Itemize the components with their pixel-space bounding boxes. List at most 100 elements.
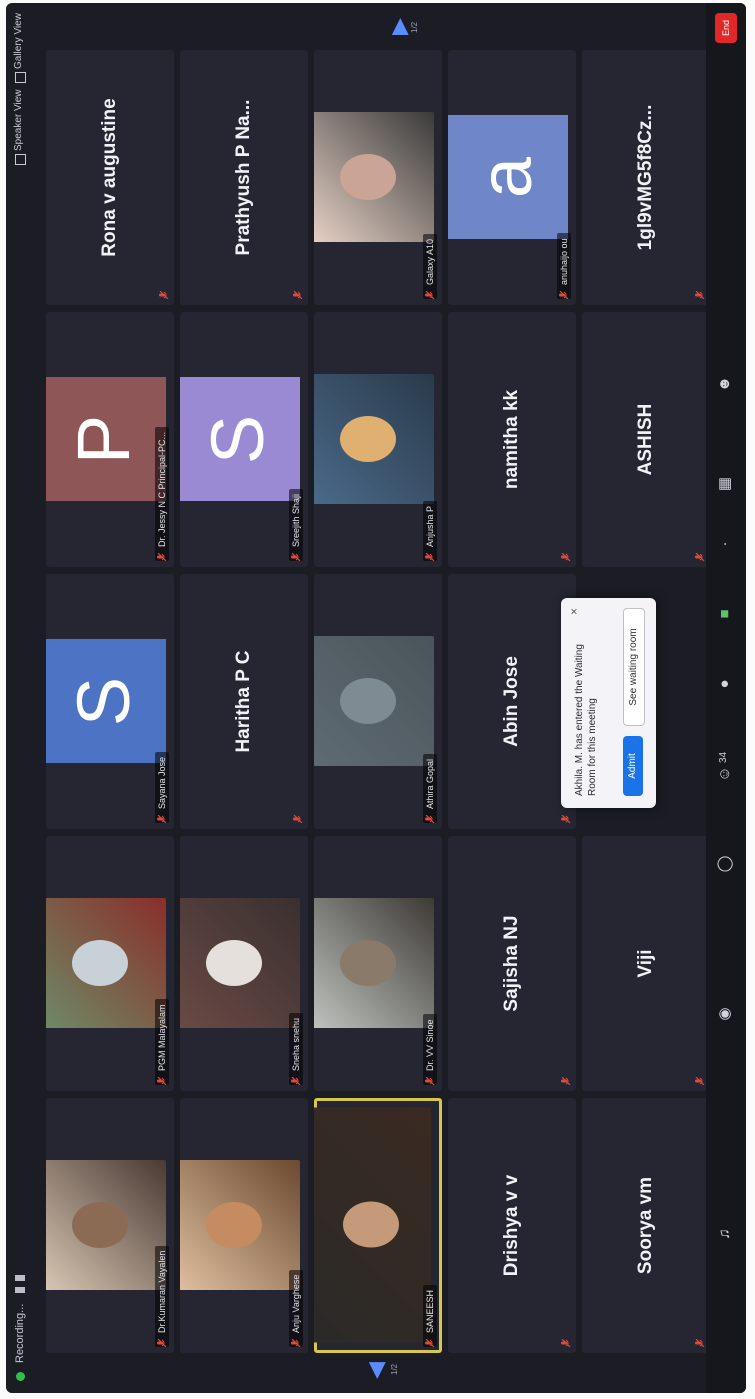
participant-name-tag: Sneha snehu <box>289 1012 303 1085</box>
participant-tile[interactable]: Anju Varghese <box>180 1098 308 1353</box>
participant-name: Prathyush P Na... <box>233 99 254 256</box>
participant-tile[interactable]: Viji <box>582 836 710 1091</box>
speaker-view-icon[interactable] <box>15 154 26 165</box>
mic-muted-icon <box>425 1077 435 1085</box>
pause-recording-icon[interactable] <box>15 1287 25 1293</box>
participant-tile[interactable]: Prathyush P Na... <box>180 50 308 305</box>
participant-tile[interactable]: Rona v augustine <box>46 50 174 305</box>
participant-avatar: P <box>46 377 166 502</box>
participant-tile[interactable]: PGM Malayalam <box>46 836 174 1091</box>
mic-muted-icon <box>695 291 705 299</box>
participant-tile[interactable]: Galaxy A10 <box>314 50 442 305</box>
participant-name-tag: Dr.Kumaran Vayalen <box>155 1245 169 1347</box>
mic-muted-icon <box>157 1077 167 1085</box>
participant-tile[interactable]: Athira Gopal <box>314 574 442 829</box>
participant-video-feed <box>314 112 434 243</box>
participant-tile[interactable]: Anjusha P <box>314 312 442 567</box>
gallery-view-icon[interactable] <box>15 72 26 83</box>
previous-page-number: 1/2 <box>390 1363 399 1375</box>
next-page-arrow-icon[interactable]: ▶ <box>386 18 412 35</box>
waiting-room-message: Akhila. M. has entered the Waiting Room … <box>574 644 598 796</box>
participant-tile[interactable]: Drishya v v <box>448 1098 576 1353</box>
previous-page-arrow-icon[interactable]: ◀ <box>363 1362 389 1379</box>
mic-muted-icon <box>559 291 569 299</box>
participant-tile[interactable]: P Dr. Jessy N C Principal-PC... <box>46 312 174 567</box>
participant-name: Sajisha NJ <box>501 915 522 1012</box>
admit-button[interactable]: Admit <box>623 736 643 796</box>
security-icon[interactable]: ◯ <box>716 855 734 873</box>
photo-background: Recording... Speaker View Gallery View ◀… <box>0 0 755 1399</box>
participant-name-tag: PGM Malayalam <box>155 999 169 1085</box>
waiting-room-notification: Akhila. M. has entered the Waiting Room … <box>561 598 656 808</box>
mic-muted-icon <box>561 815 571 823</box>
record-icon[interactable]: · <box>716 535 734 553</box>
participant-tile[interactable]: ASHISH <box>582 312 710 567</box>
participant-tile[interactable]: SANEESH <box>314 1098 442 1353</box>
participant-face <box>339 416 396 463</box>
reactions-icon[interactable]: ☻ <box>716 375 734 393</box>
gallery-view-button[interactable]: Gallery View <box>13 13 24 69</box>
see-waiting-room-button[interactable]: See waiting room <box>623 608 645 726</box>
chat-icon[interactable]: ● <box>716 675 734 693</box>
participant-video-feed <box>314 636 434 767</box>
participant-tile[interactable]: Abin Jose <box>448 574 576 829</box>
video-icon[interactable]: ◉ <box>716 1005 734 1023</box>
speaker-view-button[interactable]: Speaker View <box>13 89 24 151</box>
participant-name-tag: Anjusha P <box>423 500 437 561</box>
mic-muted-icon <box>695 1077 705 1085</box>
participant-tile[interactable]: Sneha snehu <box>180 836 308 1091</box>
participant-video-feed <box>46 1160 166 1291</box>
mic-muted-icon <box>293 815 303 823</box>
participant-tile[interactable]: namitha kk <box>448 312 576 567</box>
mic-muted-icon <box>291 1339 301 1347</box>
close-notification-icon[interactable]: × <box>567 608 581 615</box>
participant-tile[interactable]: Haritha P C <box>180 574 308 829</box>
participant-video-feed <box>180 898 300 1029</box>
participant-name-tag: Dr. Jessy N C Principal-PC... <box>155 426 169 561</box>
next-page-number: 1/2 <box>410 21 419 33</box>
mic-muted-icon <box>291 1077 301 1085</box>
mic-muted-icon <box>291 553 301 561</box>
mic-muted-icon <box>157 815 167 823</box>
participant-face <box>71 940 128 987</box>
participant-video-feed <box>314 1108 431 1343</box>
participant-name-tag: Sreejith Shaji <box>289 488 303 561</box>
participant-name: ASHISH <box>635 403 656 476</box>
recording-indicator-icon <box>16 1372 25 1381</box>
participant-tile[interactable]: 1gl9vMG5f8Cz... <box>582 50 710 305</box>
recording-label: Recording... <box>14 1303 26 1363</box>
participant-tile[interactable]: Soorya vm <box>582 1098 710 1353</box>
participant-video-feed <box>180 1160 300 1291</box>
participant-name: Viji <box>635 949 656 978</box>
participant-name: Haritha P C <box>233 650 254 753</box>
participant-tile[interactable]: Sajisha NJ <box>448 836 576 1091</box>
participants-icon[interactable]: ☺ <box>716 765 734 783</box>
zoom-meeting-window: Recording... Speaker View Gallery View ◀… <box>6 3 746 1393</box>
apps-icon[interactable]: ▦ <box>716 475 734 493</box>
participant-tile[interactable]: Dr.Kumaran Vayalen <box>46 1098 174 1353</box>
participant-face <box>342 1202 399 1248</box>
participant-name-tag: SANEESH <box>423 1284 437 1347</box>
participant-video-feed <box>314 374 434 505</box>
stop-recording-icon[interactable] <box>15 1275 25 1281</box>
participant-tile[interactable]: S Sayana Jose <box>46 574 174 829</box>
participant-tile[interactable]: S Sreejith Shaji <box>180 312 308 567</box>
participant-name: Rona v augustine <box>99 98 120 257</box>
participant-tile[interactable]: Dr. VV Sinoe <box>314 836 442 1091</box>
mic-muted-icon <box>425 815 435 823</box>
participant-face <box>205 1202 262 1249</box>
participant-name-tag: anuhaijo ou <box>557 233 571 299</box>
mic-muted-icon <box>157 1339 167 1347</box>
end-meeting-button[interactable]: End <box>715 13 737 43</box>
participant-avatar: S <box>46 639 166 764</box>
share-screen-icon[interactable]: ■ <box>716 605 734 623</box>
mic-muted-icon <box>425 1339 435 1347</box>
participant-avatar: S <box>180 377 300 502</box>
participant-tile[interactable]: a anuhaijo ou <box>448 50 576 305</box>
top-bar: Recording... Speaker View Gallery View <box>6 3 40 1393</box>
participant-name: Drishya v v <box>501 1174 522 1277</box>
audio-icon[interactable]: ♫ <box>716 1225 734 1243</box>
meeting-toolbar: ♫ ◉ ◯ ☺ 34 ● ■ · ▦ ☻ End <box>706 3 746 1393</box>
participant-face <box>339 678 396 725</box>
mic-muted-icon <box>561 1077 571 1085</box>
